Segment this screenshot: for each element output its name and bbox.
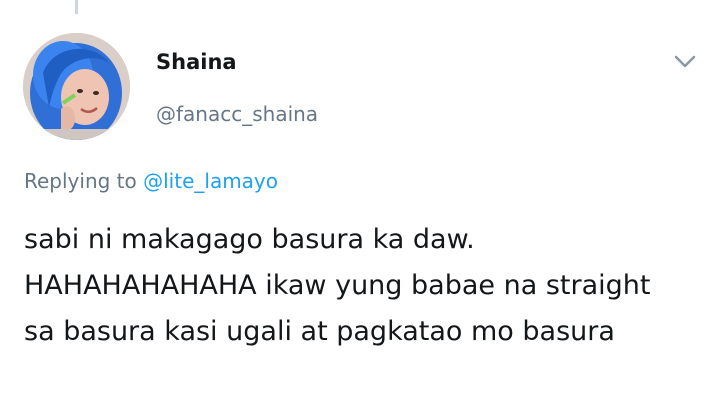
reply-mention-link[interactable]: @lite_lamayo [143,169,278,193]
reply-context-prefix: Replying to [24,169,137,193]
reply-context: Replying to @lite_lamayo [24,171,278,191]
author-handle[interactable]: @fanacc_shaina [156,104,318,124]
user-avatar-photo [23,33,130,140]
avatar[interactable] [23,33,130,140]
tweet-text-line: HAHAHAHAHAHA ikaw yung babae na straight [24,270,651,301]
tweet-menu-button[interactable] [672,51,698,73]
thread-connector-line [75,0,78,14]
tweet-text: sabi ni makagago basura ka daw. HAHAHAHA… [24,217,704,355]
tweet-text-line: sa basura kasi ugali at pagkatao mo basu… [24,316,615,347]
chevron-down-icon [674,55,696,68]
author-display-name[interactable]: Shaina [156,52,237,73]
tweet-text-line: sabi ni makagago basura ka daw. [24,224,475,255]
